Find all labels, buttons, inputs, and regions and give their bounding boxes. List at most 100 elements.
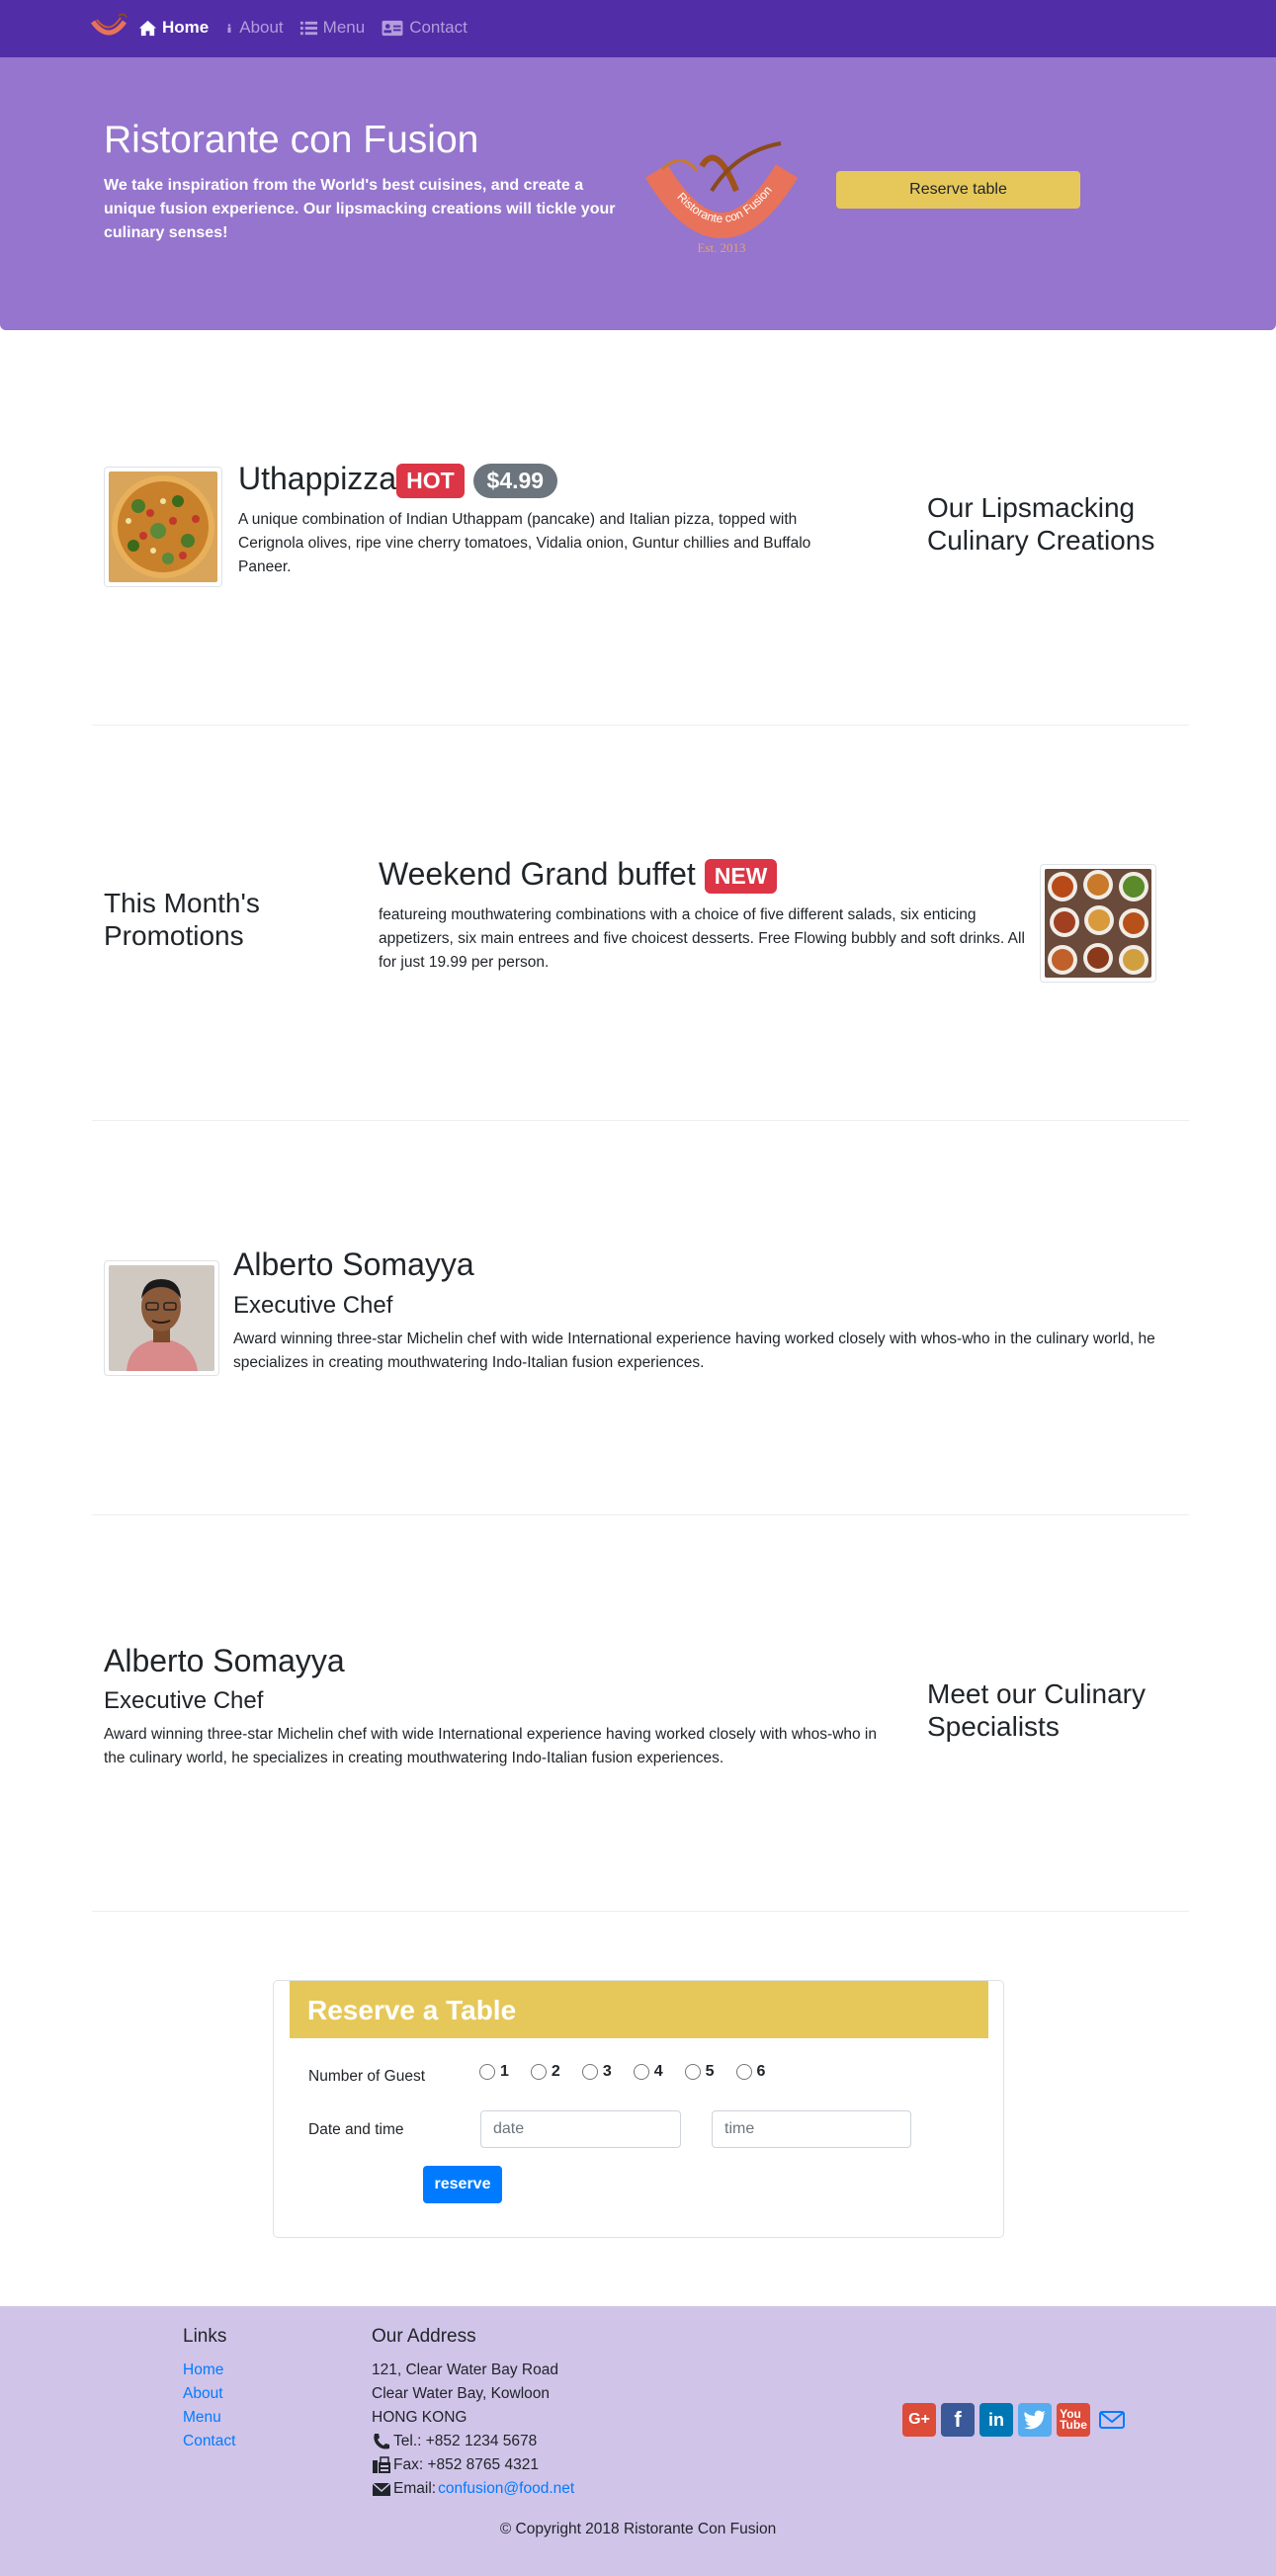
new-badge: NEW: [704, 859, 778, 895]
envelope-icon[interactable]: [1095, 2403, 1129, 2437]
twitter-icon[interactable]: [1018, 2403, 1052, 2437]
logo-icon[interactable]: [89, 10, 128, 47]
buffet-image: [1040, 864, 1156, 983]
youtube-icon[interactable]: You Tube: [1057, 2403, 1090, 2437]
radio-circle[interactable]: [684, 2064, 701, 2080]
specialists-heading: Meet our Culinary Specialists: [927, 1678, 1146, 1742]
guests-label: Number of Guest: [308, 2068, 426, 2085]
reserve-card-header: Reserve a Table: [290, 1981, 988, 2038]
restaurant-logo: Ristorante con Fusion Est. 2013: [644, 141, 799, 255]
specialist-name: Alberto Somayya: [104, 1643, 345, 1678]
guest-option-label: 2: [551, 2063, 560, 2080]
footer-link-about[interactable]: About: [183, 2385, 223, 2402]
nav-menu[interactable]: Menu: [299, 18, 366, 38]
google-plus-icon[interactable]: G+: [902, 2403, 936, 2437]
promotion-heading: Weekend Grand buffet NEW: [379, 856, 778, 895]
links-heading: Links: [183, 2326, 227, 2347]
dish-name: Uthappizza: [238, 461, 397, 496]
guest-option-label: 4: [653, 2063, 663, 2080]
price-badge: $4.99: [472, 464, 558, 499]
nav-about[interactable]: About: [224, 18, 284, 38]
list-icon: [299, 21, 317, 35]
footer-link-home[interactable]: Home: [183, 2361, 223, 2378]
chef-description: Award winning three-star Michelin chef w…: [233, 1331, 1155, 1371]
address-line: 121, Clear Water Bay Road: [372, 2361, 558, 2378]
time-input[interactable]: time: [712, 2110, 911, 2148]
guest-radio-6[interactable]: 6: [735, 2063, 766, 2081]
section-divider: [92, 1911, 1189, 1912]
radio-circle[interactable]: [479, 2064, 495, 2080]
fax-icon: [373, 2456, 390, 2473]
reserve-table-card: Reserve a Table Number of Guest 1 2 3 4 …: [273, 1980, 1004, 2238]
info-icon: [227, 23, 231, 33]
linkedin-icon[interactable]: in: [979, 2403, 1013, 2437]
specialist-designation: Executive Chef: [104, 1687, 264, 1714]
promotion-name: Weekend Grand buffet: [379, 856, 696, 892]
chef-name: Alberto Somayya: [233, 1246, 474, 1282]
email-link[interactable]: confusion@food.net: [438, 2477, 574, 2501]
phone-icon: [374, 2434, 389, 2449]
reserve-table-button[interactable]: Reserve table: [836, 171, 1080, 209]
creations-heading: Our Lipsmacking Culinary Creations: [927, 492, 1155, 556]
chef-portrait: [109, 1265, 214, 1371]
date-input[interactable]: date: [480, 2110, 681, 2148]
navbar: Home About Menu Contact: [0, 0, 1276, 57]
email-row: Email: confusion@food.net: [372, 2477, 574, 2501]
restaurant-tagline: We take inspiration from the World's bes…: [104, 177, 616, 241]
telephone-row: Tel.: +852 1234 5678: [372, 2430, 574, 2453]
guest-radio-3[interactable]: 3: [581, 2063, 612, 2081]
social-links: G+ f in You Tube: [902, 2403, 1129, 2437]
datetime-label: Date and time: [308, 2121, 404, 2138]
hot-badge: HOT: [396, 464, 465, 499]
home-icon: [138, 20, 157, 36]
address-block: 121, Clear Water Bay Road Clear Water Ba…: [372, 2359, 574, 2501]
nav-about-label: About: [239, 18, 284, 37]
chef-photo: [104, 1260, 219, 1376]
nav-home[interactable]: Home: [138, 18, 209, 38]
logo-est: Est. 2013: [697, 240, 745, 255]
nav-home-label: Home: [162, 18, 210, 37]
address-heading: Our Address: [372, 2326, 476, 2347]
promotions-heading: This Month's Promotions: [104, 888, 260, 951]
footer-links: Home About Menu Contact: [183, 2359, 235, 2453]
envelope-icon: [372, 2482, 391, 2496]
guest-option-label: 3: [602, 2063, 612, 2080]
address-line: HONG KONG: [372, 2409, 468, 2426]
dish-heading: Uthappizza HOT $4.99: [238, 461, 558, 499]
facebook-icon[interactable]: f: [941, 2403, 975, 2437]
reserve-card-title: Reserve a Table: [307, 1995, 517, 2025]
reserve-submit-button[interactable]: reserve: [423, 2166, 502, 2203]
guest-radio-4[interactable]: 4: [633, 2063, 663, 2081]
radio-circle[interactable]: [581, 2064, 598, 2080]
guest-radio-2[interactable]: 2: [530, 2063, 560, 2081]
fax-row: Fax: +852 8765 4321: [372, 2453, 574, 2477]
nav-contact-label: Contact: [409, 18, 468, 37]
nav-menu-label: Menu: [322, 18, 366, 37]
radio-circle[interactable]: [735, 2064, 752, 2080]
dish-description: A unique combination of Indian Uthappam …: [238, 511, 811, 575]
guest-option-label: 6: [756, 2063, 766, 2080]
dish-image: [104, 467, 222, 587]
chef-designation: Executive Chef: [233, 1292, 393, 1319]
radio-circle[interactable]: [530, 2064, 547, 2080]
footer-link-contact[interactable]: Contact: [183, 2433, 235, 2449]
address-card-icon: [382, 20, 403, 36]
restaurant-title: Ristorante con Fusion: [104, 119, 479, 161]
footer-link-menu[interactable]: Menu: [183, 2409, 221, 2426]
section-divider: [92, 1120, 1189, 1121]
specialist-description: Award winning three-star Michelin chef w…: [104, 1726, 877, 1766]
fax-text: Fax: +852 8765 4321: [393, 2456, 539, 2473]
section-divider: [92, 725, 1189, 726]
nav-contact[interactable]: Contact: [381, 18, 468, 38]
footer: Links Home About Menu Contact Our Addres…: [0, 2306, 1276, 2576]
guest-radio-5[interactable]: 5: [684, 2063, 715, 2081]
guest-radio-group: 1 2 3 4 5 6: [479, 2063, 765, 2081]
guest-option-label: 1: [500, 2063, 509, 2080]
copyright-text: © Copyright 2018 Ristorante Con Fusion: [499, 2521, 777, 2537]
email-label: Email:: [393, 2480, 437, 2497]
guest-option-label: 5: [705, 2063, 715, 2080]
guest-radio-1[interactable]: 1: [479, 2063, 509, 2081]
pizza-image: [109, 472, 217, 582]
radio-circle[interactable]: [633, 2064, 649, 2080]
jumbotron: Ristorante con Fusion We take inspiratio…: [0, 57, 1276, 330]
